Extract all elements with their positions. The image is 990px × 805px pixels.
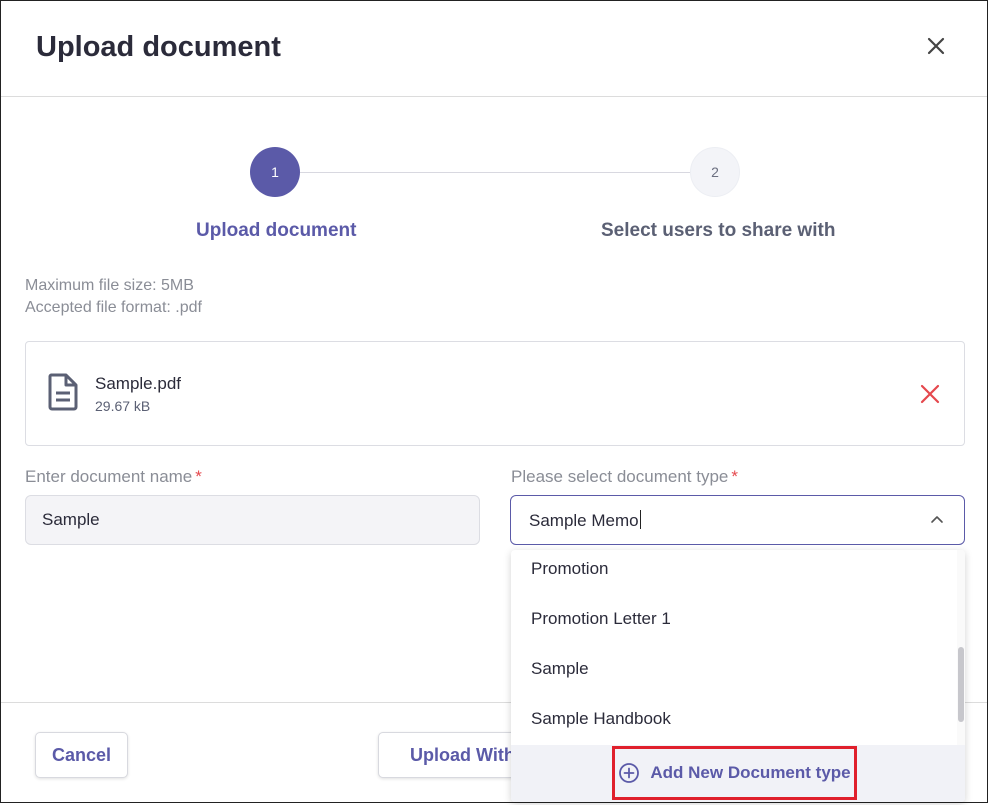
uploaded-file-card: Sample.pdf 29.67 kB bbox=[25, 341, 965, 446]
add-new-document-type-label: Add New Document type bbox=[650, 763, 851, 782]
remove-file-icon[interactable] bbox=[919, 383, 941, 405]
document-type-select[interactable]: Sample Memo bbox=[510, 495, 965, 545]
document-name-label: Enter document name * bbox=[25, 467, 202, 486]
document-name-input[interactable] bbox=[25, 495, 480, 545]
cancel-button[interactable]: Cancel bbox=[35, 732, 128, 778]
option-promotion[interactable]: Promotion bbox=[531, 559, 608, 579]
file-size: 29.67 kB bbox=[95, 398, 151, 414]
option-sample-handbook[interactable]: Sample Handbook bbox=[531, 709, 671, 729]
dropdown-scrollbar[interactable] bbox=[958, 647, 964, 722]
stepper-connector bbox=[300, 172, 690, 173]
document-type-label: Please select document type * bbox=[511, 467, 738, 486]
file-name: Sample.pdf bbox=[95, 374, 181, 393]
document-type-value: Sample Memo bbox=[529, 510, 641, 530]
close-icon[interactable] bbox=[921, 31, 951, 61]
dialog-header: Upload document bbox=[1, 1, 987, 97]
chevron-up-icon bbox=[929, 512, 945, 528]
step-1-indicator: 1 bbox=[250, 147, 300, 197]
option-promotion-letter-1[interactable]: Promotion Letter 1 bbox=[531, 609, 671, 629]
upload-without-sharing-button[interactable]: Upload With bbox=[378, 732, 528, 778]
plus-circle-icon bbox=[618, 762, 640, 784]
step-2-indicator: 2 bbox=[690, 147, 740, 197]
dialog-title: Upload document bbox=[36, 31, 281, 63]
step-1-label: Upload document bbox=[196, 220, 357, 241]
document-icon bbox=[46, 372, 80, 412]
document-type-dropdown: Promotion Promotion Letter 1 Sample Samp… bbox=[511, 550, 965, 802]
step-2-label: Select users to share with bbox=[601, 220, 836, 241]
add-new-document-type-button[interactable]: Add New Document type bbox=[612, 746, 857, 800]
max-file-size-note: Maximum file size: 5MB bbox=[25, 277, 194, 294]
required-mark: * bbox=[731, 467, 738, 486]
required-mark: * bbox=[195, 467, 202, 486]
option-sample[interactable]: Sample bbox=[531, 659, 589, 679]
accepted-format-note: Accepted file format: .pdf bbox=[25, 299, 202, 316]
